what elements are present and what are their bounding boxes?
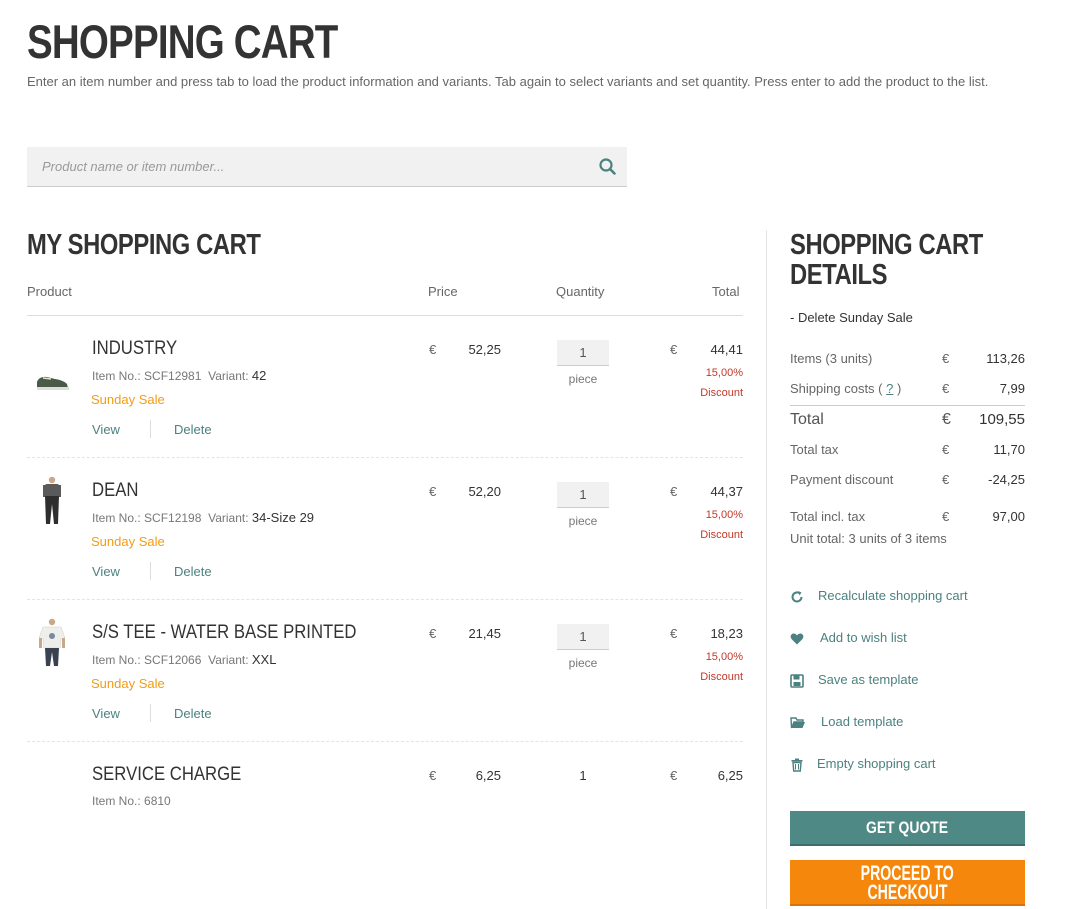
summary-shipping: Shipping costs ( ? ) €7,99 bbox=[790, 381, 1025, 396]
delete-link[interactable]: Delete bbox=[174, 706, 212, 721]
link-separator bbox=[150, 562, 151, 580]
sale-label: Sunday Sale bbox=[91, 676, 165, 691]
cart-row: SERVICE CHARGE Item No.: 6810 € 6,25 1 €… bbox=[27, 764, 743, 824]
header-product: Product bbox=[27, 284, 72, 299]
total-value: 18,23 bbox=[710, 626, 743, 641]
summary-items: Items (3 units) €113,26 bbox=[790, 351, 1025, 366]
cart-title: MY SHOPPING CART bbox=[27, 229, 261, 261]
delete-sale-link[interactable]: - Delete Sunday Sale bbox=[790, 310, 913, 325]
sale-label: Sunday Sale bbox=[91, 392, 165, 407]
header-quantity: Quantity bbox=[556, 284, 605, 299]
summary-tax: Total tax €11,70 bbox=[790, 442, 1025, 457]
quantity-value: 1 bbox=[579, 768, 587, 783]
summary-total-incl-tax: Total incl. tax €97,00 bbox=[790, 509, 1025, 524]
product-meta: Item No.: SCF12066 Variant: XXL bbox=[92, 652, 277, 667]
product-meta: Item No.: SCF12198 Variant: 34-Size 29 bbox=[92, 510, 315, 525]
header-divider bbox=[27, 315, 743, 316]
summary-payment-discount: Payment discount € -24,25 bbox=[790, 472, 1025, 487]
product-name: SERVICE CHARGE bbox=[92, 764, 242, 785]
search-input[interactable] bbox=[27, 147, 587, 186]
quantity-input[interactable] bbox=[557, 482, 609, 508]
discount-label: Discount bbox=[700, 387, 743, 399]
total-currency: € bbox=[670, 626, 678, 641]
price-value: 52,20 bbox=[468, 484, 501, 499]
cart-row: DEAN Item No.: SCF12198 Variant: 34-Size… bbox=[27, 476, 743, 610]
price-value: 6,25 bbox=[475, 768, 501, 783]
unit-label: piece bbox=[568, 514, 598, 528]
price-value: 52,25 bbox=[468, 342, 501, 357]
unit-label: piece bbox=[568, 656, 598, 670]
cart-row: INDUSTRY Item No.: SCF12981 Variant: 42 … bbox=[27, 338, 743, 468]
page-title: SHOPPING CART bbox=[27, 15, 338, 68]
discount-label: Discount bbox=[700, 529, 743, 541]
details-title: SHOPPING CART DETAILS bbox=[790, 229, 983, 291]
folder-open-icon bbox=[790, 716, 805, 730]
column-divider bbox=[766, 230, 767, 909]
summary-total: Total €109,55 bbox=[790, 411, 1025, 428]
total-value: 6,25 bbox=[717, 768, 743, 783]
price-currency: € bbox=[429, 484, 437, 499]
product-name[interactable]: S/S TEE - WATER BASE PRINTED bbox=[92, 622, 356, 644]
search-bar bbox=[27, 147, 627, 187]
discount-percent: 15,00% bbox=[705, 367, 743, 379]
sneaker-icon[interactable] bbox=[31, 352, 73, 404]
search-icon[interactable] bbox=[597, 156, 619, 178]
sale-label: Sunday Sale bbox=[91, 534, 165, 549]
tshirt-model-icon[interactable] bbox=[31, 618, 73, 670]
row-divider bbox=[27, 741, 743, 742]
refresh-icon bbox=[790, 590, 804, 604]
unit-total: Unit total: 3 units of 3 items bbox=[790, 531, 947, 546]
header-total: Total bbox=[712, 284, 740, 299]
total-value: 44,37 bbox=[710, 484, 743, 499]
product-name[interactable]: INDUSTRY bbox=[92, 338, 177, 360]
cart-row: S/S TEE - WATER BASE PRINTED Item No.: S… bbox=[27, 618, 743, 752]
link-separator bbox=[150, 420, 151, 438]
header-price: Price bbox=[428, 284, 458, 299]
row-divider bbox=[27, 457, 743, 458]
trash-icon bbox=[790, 758, 804, 772]
price-currency: € bbox=[429, 342, 437, 357]
save-icon bbox=[790, 674, 804, 688]
get-quote-button[interactable]: GET QUOTE bbox=[790, 811, 1025, 846]
product-meta: Item No.: SCF12981 Variant: 42 bbox=[92, 368, 267, 383]
row-divider bbox=[27, 599, 743, 600]
summary-divider bbox=[790, 405, 1025, 406]
intro-text: Enter an item number and press tab to lo… bbox=[27, 74, 989, 89]
product-meta: Item No.: 6810 bbox=[92, 794, 171, 808]
quantity-input[interactable] bbox=[557, 340, 609, 366]
discount-percent: 15,00% bbox=[705, 651, 743, 663]
total-currency: € bbox=[670, 484, 678, 499]
delete-link[interactable]: Delete bbox=[174, 564, 212, 579]
total-value: 44,41 bbox=[710, 342, 743, 357]
heart-icon bbox=[790, 632, 804, 646]
unit-label: piece bbox=[568, 372, 598, 386]
quantity-input[interactable] bbox=[557, 624, 609, 650]
total-currency: € bbox=[670, 768, 678, 783]
shipping-help-link[interactable]: ? bbox=[886, 381, 893, 396]
price-currency: € bbox=[429, 626, 437, 641]
discount-percent: 15,00% bbox=[705, 509, 743, 521]
proceed-to-checkout-button[interactable]: PROCEED TO CHECKOUT bbox=[790, 860, 1025, 906]
product-name[interactable]: DEAN bbox=[92, 480, 138, 502]
view-link[interactable]: View bbox=[92, 422, 120, 437]
link-separator bbox=[150, 704, 151, 722]
view-link[interactable]: View bbox=[92, 706, 120, 721]
jeans-model-icon[interactable] bbox=[31, 476, 73, 528]
view-link[interactable]: View bbox=[92, 564, 120, 579]
total-currency: € bbox=[670, 342, 678, 357]
price-value: 21,45 bbox=[468, 626, 501, 641]
price-currency: € bbox=[429, 768, 437, 783]
discount-label: Discount bbox=[700, 671, 743, 683]
delete-link[interactable]: Delete bbox=[174, 422, 212, 437]
